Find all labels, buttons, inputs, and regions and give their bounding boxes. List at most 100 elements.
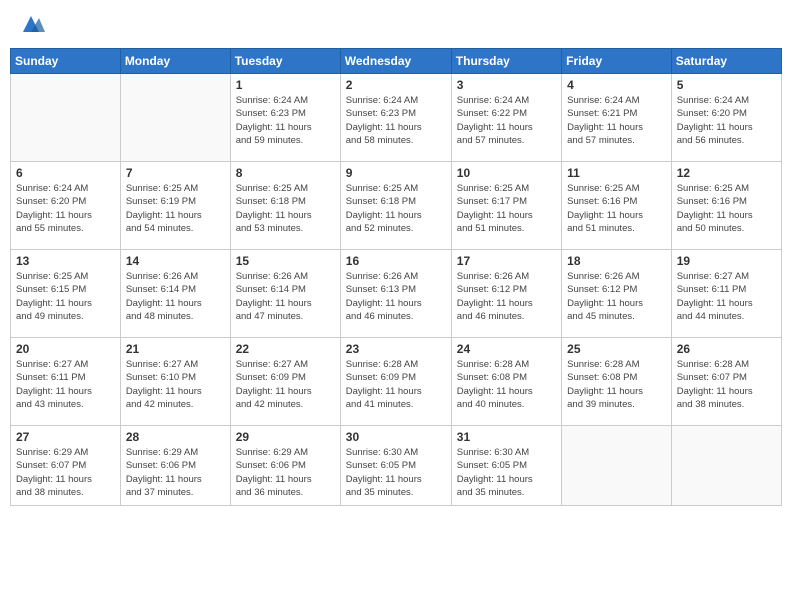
weekday-tuesday: Tuesday [230, 49, 340, 74]
day-info: Sunrise: 6:30 AM Sunset: 6:05 PM Dayligh… [346, 446, 446, 499]
day-info: Sunrise: 6:25 AM Sunset: 6:19 PM Dayligh… [126, 182, 225, 235]
day-number: 29 [236, 430, 335, 444]
calendar-cell: 9 Sunrise: 6:25 AM Sunset: 6:18 PM Daylig… [340, 162, 451, 250]
day-number: 9 [346, 166, 446, 180]
day-info: Sunrise: 6:27 AM Sunset: 6:11 PM Dayligh… [16, 358, 115, 411]
calendar-cell: 22Sunrise: 6:27 AM Sunset: 6:09 PM Dayli… [230, 338, 340, 426]
day-number: 26 [677, 342, 776, 356]
calendar-cell: 27Sunrise: 6:29 AM Sunset: 6:07 PM Dayli… [11, 426, 121, 506]
calendar-cell: 25Sunrise: 6:28 AM Sunset: 6:08 PM Dayli… [562, 338, 672, 426]
day-info: Sunrise: 6:26 AM Sunset: 6:14 PM Dayligh… [126, 270, 225, 323]
day-info: Sunrise: 6:27 AM Sunset: 6:10 PM Dayligh… [126, 358, 225, 411]
day-number: 19 [677, 254, 776, 268]
day-number: 6 [16, 166, 115, 180]
calendar-cell: 6 Sunrise: 6:24 AM Sunset: 6:20 PM Daylig… [11, 162, 121, 250]
calendar-cell: 14Sunrise: 6:26 AM Sunset: 6:14 PM Dayli… [120, 250, 230, 338]
day-info: Sunrise: 6:28 AM Sunset: 6:07 PM Dayligh… [677, 358, 776, 411]
calendar-cell: 31 Sunrise: 6:30 AM Sunset: 6:05 PM Dayli… [451, 426, 561, 506]
day-info: Sunrise: 6:25 AM Sunset: 6:18 PM Dayligh… [346, 182, 446, 235]
day-info: Sunrise: 6:26 AM Sunset: 6:13 PM Dayligh… [346, 270, 446, 323]
weekday-header-row: SundayMondayTuesdayWednesdayThursdayFrid… [11, 49, 782, 74]
day-number: 25 [567, 342, 666, 356]
weekday-wednesday: Wednesday [340, 49, 451, 74]
day-number: 13 [16, 254, 115, 268]
calendar-cell: 16Sunrise: 6:26 AM Sunset: 6:13 PM Dayli… [340, 250, 451, 338]
calendar-cell: 5Sunrise: 6:24 AM Sunset: 6:20 PM Daylig… [671, 74, 781, 162]
calendar-cell: 19 Sunrise: 6:27 AM Sunset: 6:11 PM Dayli… [671, 250, 781, 338]
day-number: 11 [567, 166, 666, 180]
day-number: 12 [677, 166, 776, 180]
day-number: 4 [567, 78, 666, 92]
weekday-monday: Monday [120, 49, 230, 74]
day-info: Sunrise: 6:24 AM Sunset: 6:23 PM Dayligh… [236, 94, 335, 147]
calendar-cell: 12 Sunrise: 6:25 AM Sunset: 6:16 PM Dayli… [671, 162, 781, 250]
day-info: Sunrise: 6:29 AM Sunset: 6:06 PM Dayligh… [236, 446, 335, 499]
day-info: Sunrise: 6:26 AM Sunset: 6:12 PM Dayligh… [457, 270, 556, 323]
logo [15, 10, 45, 38]
calendar-cell: 11 Sunrise: 6:25 AM Sunset: 6:16 PM Dayli… [562, 162, 672, 250]
calendar-cell: 3 Sunrise: 6:24 AM Sunset: 6:22 PM Daylig… [451, 74, 561, 162]
calendar-cell: 29 Sunrise: 6:29 AM Sunset: 6:06 PM Dayli… [230, 426, 340, 506]
calendar-cell: 26 Sunrise: 6:28 AM Sunset: 6:07 PM Dayli… [671, 338, 781, 426]
day-number: 2 [346, 78, 446, 92]
day-info: Sunrise: 6:25 AM Sunset: 6:16 PM Dayligh… [677, 182, 776, 235]
day-info: Sunrise: 6:24 AM Sunset: 6:21 PM Dayligh… [567, 94, 666, 147]
calendar-cell: 2Sunrise: 6:24 AM Sunset: 6:23 PM Daylig… [340, 74, 451, 162]
day-info: Sunrise: 6:24 AM Sunset: 6:22 PM Dayligh… [457, 94, 556, 147]
calendar-cell [671, 426, 781, 506]
day-info: Sunrise: 6:25 AM Sunset: 6:17 PM Dayligh… [457, 182, 556, 235]
calendar-cell [11, 74, 121, 162]
day-number: 8 [236, 166, 335, 180]
calendar-cell: 13 Sunrise: 6:25 AM Sunset: 6:15 PM Dayli… [11, 250, 121, 338]
day-info: Sunrise: 6:30 AM Sunset: 6:05 PM Dayligh… [457, 446, 556, 499]
day-info: Sunrise: 6:29 AM Sunset: 6:06 PM Dayligh… [126, 446, 225, 499]
day-number: 5 [677, 78, 776, 92]
day-number: 7 [126, 166, 225, 180]
day-info: Sunrise: 6:26 AM Sunset: 6:14 PM Dayligh… [236, 270, 335, 323]
week-row-4: 27Sunrise: 6:29 AM Sunset: 6:07 PM Dayli… [11, 426, 782, 506]
calendar-cell [562, 426, 672, 506]
day-number: 21 [126, 342, 225, 356]
week-row-1: 6 Sunrise: 6:24 AM Sunset: 6:20 PM Daylig… [11, 162, 782, 250]
day-info: Sunrise: 6:25 AM Sunset: 6:15 PM Dayligh… [16, 270, 115, 323]
day-number: 18 [567, 254, 666, 268]
day-number: 1 [236, 78, 335, 92]
calendar-cell: 18 Sunrise: 6:26 AM Sunset: 6:12 PM Dayli… [562, 250, 672, 338]
header [10, 10, 782, 38]
day-info: Sunrise: 6:28 AM Sunset: 6:09 PM Dayligh… [346, 358, 446, 411]
calendar-cell [120, 74, 230, 162]
day-info: Sunrise: 6:24 AM Sunset: 6:20 PM Dayligh… [16, 182, 115, 235]
day-info: Sunrise: 6:27 AM Sunset: 6:11 PM Dayligh… [677, 270, 776, 323]
page: SundayMondayTuesdayWednesdayThursdayFrid… [0, 0, 792, 612]
calendar-cell: 24Sunrise: 6:28 AM Sunset: 6:08 PM Dayli… [451, 338, 561, 426]
calendar-cell: 23 Sunrise: 6:28 AM Sunset: 6:09 PM Dayli… [340, 338, 451, 426]
calendar-cell: 17Sunrise: 6:26 AM Sunset: 6:12 PM Dayli… [451, 250, 561, 338]
day-number: 31 [457, 430, 556, 444]
calendar-cell: 10Sunrise: 6:25 AM Sunset: 6:17 PM Dayli… [451, 162, 561, 250]
day-info: Sunrise: 6:27 AM Sunset: 6:09 PM Dayligh… [236, 358, 335, 411]
day-number: 3 [457, 78, 556, 92]
day-number: 27 [16, 430, 115, 444]
day-info: Sunrise: 6:25 AM Sunset: 6:18 PM Dayligh… [236, 182, 335, 235]
calendar-cell: 21 Sunrise: 6:27 AM Sunset: 6:10 PM Dayli… [120, 338, 230, 426]
day-number: 15 [236, 254, 335, 268]
calendar-cell: 8 Sunrise: 6:25 AM Sunset: 6:18 PM Daylig… [230, 162, 340, 250]
calendar-cell: 30Sunrise: 6:30 AM Sunset: 6:05 PM Dayli… [340, 426, 451, 506]
calendar-cell: 28 Sunrise: 6:29 AM Sunset: 6:06 PM Dayli… [120, 426, 230, 506]
weekday-saturday: Saturday [671, 49, 781, 74]
calendar: SundayMondayTuesdayWednesdayThursdayFrid… [10, 48, 782, 506]
day-number: 28 [126, 430, 225, 444]
week-row-0: 1 Sunrise: 6:24 AM Sunset: 6:23 PM Daylig… [11, 74, 782, 162]
day-number: 23 [346, 342, 446, 356]
day-info: Sunrise: 6:26 AM Sunset: 6:12 PM Dayligh… [567, 270, 666, 323]
weekday-thursday: Thursday [451, 49, 561, 74]
day-number: 20 [16, 342, 115, 356]
week-row-2: 13 Sunrise: 6:25 AM Sunset: 6:15 PM Dayli… [11, 250, 782, 338]
calendar-cell: 7 Sunrise: 6:25 AM Sunset: 6:19 PM Daylig… [120, 162, 230, 250]
calendar-cell: 1 Sunrise: 6:24 AM Sunset: 6:23 PM Daylig… [230, 74, 340, 162]
calendar-cell: 4 Sunrise: 6:24 AM Sunset: 6:21 PM Daylig… [562, 74, 672, 162]
calendar-cell: 15 Sunrise: 6:26 AM Sunset: 6:14 PM Dayli… [230, 250, 340, 338]
day-info: Sunrise: 6:25 AM Sunset: 6:16 PM Dayligh… [567, 182, 666, 235]
weekday-sunday: Sunday [11, 49, 121, 74]
day-number: 24 [457, 342, 556, 356]
